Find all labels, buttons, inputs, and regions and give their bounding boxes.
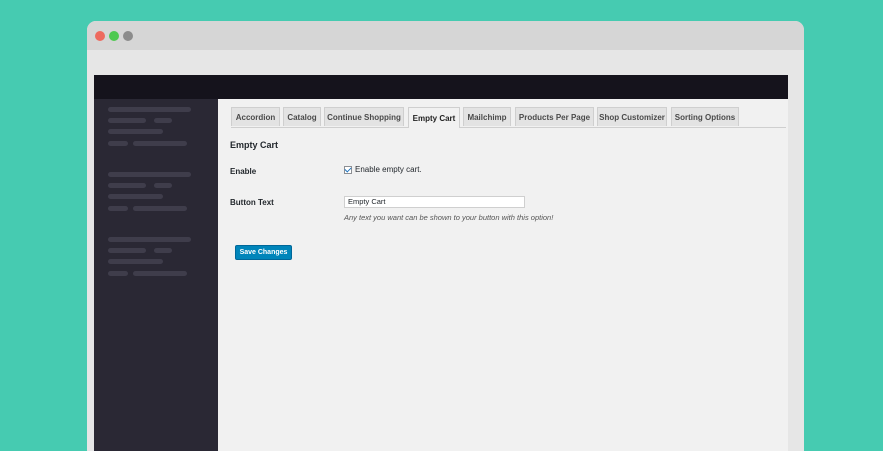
title-bar: [87, 21, 804, 50]
tab-sorting-options[interactable]: Sorting Options: [671, 107, 739, 126]
sidebar-placeholder[interactable]: [154, 118, 172, 123]
tab-accordion[interactable]: Accordion: [231, 107, 280, 126]
sidebar-placeholder[interactable]: [154, 248, 172, 253]
sidebar-placeholder[interactable]: [133, 206, 187, 211]
enable-label: Enable: [230, 167, 257, 176]
tab-bar: Accordion Catalog Continue Shopping Empt…: [231, 107, 786, 128]
sidebar-placeholder[interactable]: [108, 259, 163, 264]
tab-shop-customizer[interactable]: Shop Customizer: [597, 107, 667, 126]
admin-sidebar: [94, 99, 218, 451]
minimize-window-icon[interactable]: [109, 31, 119, 41]
sidebar-placeholder[interactable]: [108, 118, 146, 123]
browser-window: Accordion Catalog Continue Shopping Empt…: [87, 21, 804, 451]
sidebar-placeholder[interactable]: [154, 183, 172, 188]
sidebar-placeholder[interactable]: [133, 271, 187, 276]
page-content: Accordion Catalog Continue Shopping Empt…: [94, 75, 795, 451]
sidebar-placeholder[interactable]: [108, 237, 191, 242]
sidebar-placeholder[interactable]: [108, 129, 163, 134]
section-title: Empty Cart: [230, 140, 279, 150]
tab-empty-cart[interactable]: Empty Cart: [408, 107, 460, 128]
tab-products-per-page[interactable]: Products Per Page: [515, 107, 594, 126]
button-text-input[interactable]: Empty Cart: [344, 196, 525, 208]
sidebar-placeholder[interactable]: [108, 206, 128, 211]
tab-continue-shopping[interactable]: Continue Shopping: [324, 107, 404, 126]
sidebar-placeholder[interactable]: [108, 172, 191, 177]
button-text-description: Any text you want can be shown to your b…: [344, 213, 554, 222]
save-changes-button[interactable]: Save Changes: [235, 245, 292, 260]
sidebar-placeholder[interactable]: [108, 248, 146, 253]
sidebar-placeholder[interactable]: [133, 141, 187, 146]
sidebar-placeholder[interactable]: [108, 141, 128, 146]
admin-bar: [94, 75, 795, 99]
button-text-label: Button Text: [230, 198, 274, 207]
close-window-icon[interactable]: [95, 31, 105, 41]
maximize-window-icon[interactable]: [123, 31, 133, 41]
enable-empty-cart-checkbox[interactable]: [344, 166, 352, 174]
tab-catalog[interactable]: Catalog: [283, 107, 321, 126]
sidebar-placeholder[interactable]: [108, 183, 146, 188]
browser-frame-edge: [788, 75, 796, 451]
sidebar-placeholder[interactable]: [108, 107, 191, 112]
sidebar-placeholder[interactable]: [108, 271, 128, 276]
tab-mailchimp[interactable]: Mailchimp: [463, 107, 511, 126]
settings-panel: Accordion Catalog Continue Shopping Empt…: [218, 99, 795, 451]
enable-empty-cart-label[interactable]: Enable empty cart.: [355, 165, 422, 174]
sidebar-placeholder[interactable]: [108, 194, 163, 199]
